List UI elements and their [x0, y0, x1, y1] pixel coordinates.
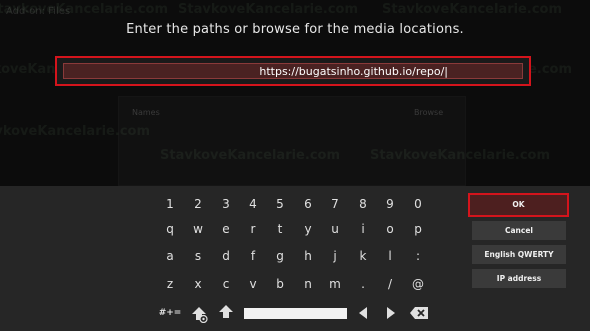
- key-v[interactable]: v: [240, 273, 266, 295]
- key-1[interactable]: 1: [157, 193, 183, 215]
- key-a[interactable]: a: [157, 245, 183, 267]
- key-d[interactable]: d: [213, 245, 239, 267]
- key-slash[interactable]: /: [377, 273, 403, 295]
- background-left-label: Names: [132, 108, 160, 117]
- key-2[interactable]: 2: [185, 193, 211, 215]
- key-y[interactable]: y: [295, 218, 321, 240]
- ok-button[interactable]: OK: [468, 193, 569, 217]
- key-o[interactable]: o: [377, 218, 403, 240]
- key-c[interactable]: c: [213, 273, 239, 295]
- caps-lock-icon[interactable]: [213, 301, 239, 323]
- key-at[interactable]: @: [405, 273, 431, 295]
- key-3[interactable]: 3: [213, 193, 239, 215]
- key-8[interactable]: 8: [350, 193, 376, 215]
- key-i[interactable]: i: [350, 218, 376, 240]
- key-5[interactable]: 5: [267, 193, 293, 215]
- key-m[interactable]: m: [322, 273, 348, 295]
- key-r[interactable]: r: [240, 218, 266, 240]
- key-0[interactable]: 0: [405, 193, 431, 215]
- cursor-right-icon[interactable]: [379, 302, 403, 324]
- cursor-left-icon[interactable]: [351, 302, 375, 324]
- backspace-icon[interactable]: [406, 302, 432, 324]
- key-x[interactable]: x: [185, 273, 211, 295]
- key-w[interactable]: w: [185, 218, 211, 240]
- shift-icon[interactable]: [186, 303, 212, 325]
- key-q[interactable]: q: [157, 218, 183, 240]
- ip-address-button[interactable]: IP address: [472, 269, 566, 288]
- key-6[interactable]: 6: [295, 193, 321, 215]
- key-period[interactable]: .: [350, 273, 376, 295]
- key-s[interactable]: s: [185, 245, 211, 267]
- screen: Add-on: Files Names Browse StavkoveKance…: [0, 0, 590, 331]
- dialog-heading: Enter the paths or browse for the media …: [126, 22, 464, 37]
- key-t[interactable]: t: [267, 218, 293, 240]
- key-p[interactable]: p: [405, 218, 431, 240]
- key-g[interactable]: g: [267, 245, 293, 267]
- key-k[interactable]: k: [350, 245, 376, 267]
- background-right-label: Browse: [414, 108, 444, 117]
- key-n[interactable]: n: [295, 273, 321, 295]
- key-z[interactable]: z: [157, 273, 183, 295]
- background-breadcrumb: Add-on: Files: [6, 6, 71, 17]
- key-9[interactable]: 9: [377, 193, 403, 215]
- key-e[interactable]: e: [213, 218, 239, 240]
- key-h[interactable]: h: [295, 245, 321, 267]
- key-f[interactable]: f: [240, 245, 266, 267]
- spacebar-key[interactable]: [244, 308, 347, 319]
- cancel-button[interactable]: Cancel: [472, 221, 566, 240]
- url-input-value: https://bugatsinho.github.io/repo/|: [259, 65, 448, 78]
- keyboard-layout-button[interactable]: English QWERTY: [472, 245, 566, 264]
- key-u[interactable]: u: [322, 218, 348, 240]
- symbols-key[interactable]: #+=: [157, 302, 183, 324]
- key-j[interactable]: j: [322, 245, 348, 267]
- key-colon[interactable]: :: [405, 245, 431, 267]
- key-l[interactable]: l: [377, 245, 403, 267]
- key-b[interactable]: b: [267, 273, 293, 295]
- key-7[interactable]: 7: [322, 193, 348, 215]
- key-4[interactable]: 4: [240, 193, 266, 215]
